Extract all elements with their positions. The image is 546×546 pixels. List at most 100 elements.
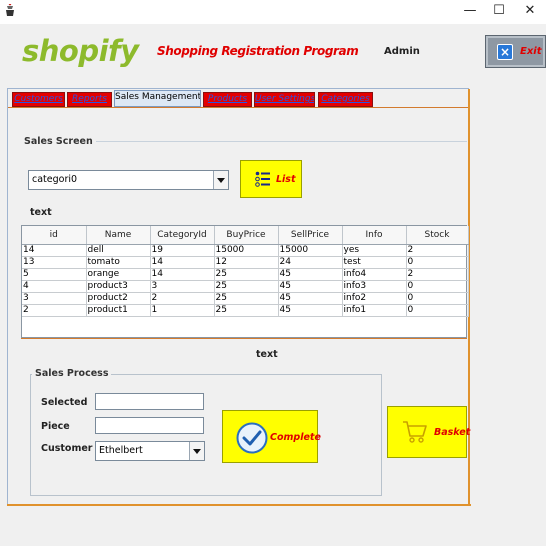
- sales-process-label: Sales Process: [32, 368, 112, 379]
- table-cell: 0: [406, 280, 469, 293]
- chevron-down-icon[interactable]: [213, 171, 228, 189]
- table-cell: 3: [150, 280, 215, 293]
- table-cell: 15000: [214, 244, 279, 257]
- java-app-icon: [4, 4, 16, 17]
- table-cell: 25: [214, 280, 279, 293]
- table-cell: 45: [278, 292, 343, 305]
- app-title: Shopping Registration Program: [157, 44, 359, 58]
- customer-label: Customer: [41, 443, 93, 454]
- tab-sales-management[interactable]: Sales Management: [114, 90, 201, 107]
- close-x-icon: ×: [497, 44, 513, 60]
- column-header[interactable]: CategoryId: [150, 226, 215, 245]
- sales-screen-label: Sales Screen: [21, 136, 96, 147]
- table-cell: 0: [406, 304, 469, 317]
- table-cell: 3: [22, 292, 87, 305]
- exit-button-label: Exit: [520, 46, 542, 57]
- table-cell: 0: [406, 292, 469, 305]
- table-cell: 25: [214, 268, 279, 281]
- table-cell: 13: [22, 256, 87, 269]
- exit-button[interactable]: × Exit: [485, 35, 546, 68]
- table-cell: info3: [342, 280, 407, 293]
- tab-products[interactable]: Products: [203, 92, 252, 107]
- table-cell: 2: [406, 244, 469, 257]
- complete-button[interactable]: Complete: [222, 410, 321, 463]
- table-cell: 0: [406, 256, 469, 269]
- table-cell: 5: [22, 268, 87, 281]
- column-header[interactable]: Info: [342, 226, 407, 245]
- table-row[interactable]: 14 dell 19 15000 15000 yes 2: [22, 244, 469, 257]
- table-cell: 14: [22, 244, 87, 257]
- category-select[interactable]: categori0: [28, 170, 229, 190]
- basket-button[interactable]: Basket: [387, 406, 471, 458]
- list-icon: [255, 171, 270, 187]
- list-button[interactable]: List: [240, 160, 302, 198]
- customer-select[interactable]: Ethelbert: [95, 441, 205, 461]
- table-cell: 45: [278, 280, 343, 293]
- products-table[interactable]: id Name CategoryId BuyPrice SellPrice Info Sto…: [21, 225, 469, 338]
- category-select-value: categori0: [32, 174, 78, 185]
- table-cell: 25: [214, 304, 279, 317]
- table-cell: product2: [86, 292, 151, 305]
- table-cell: product3: [86, 280, 151, 293]
- chevron-down-icon[interactable]: [189, 442, 204, 460]
- tab-customers[interactable]: Customers: [12, 92, 65, 107]
- checkmark-circle-icon: [236, 422, 268, 454]
- table-cell: 1: [150, 304, 215, 317]
- table-cell: 4: [22, 280, 87, 293]
- table-bottom-border: [21, 338, 467, 339]
- table-row[interactable]: 4 product3 3 25 45 info3 0: [22, 280, 469, 293]
- table-cell: 45: [278, 268, 343, 281]
- table-row[interactable]: 13 tomato 14 12 24 test 0: [22, 256, 469, 269]
- table-cell: 14: [150, 256, 215, 269]
- shopify-logo: shopify: [22, 34, 139, 68]
- table-row[interactable]: 2 product1 1 25 45 info1 0: [22, 304, 469, 317]
- column-header[interactable]: id: [22, 226, 87, 245]
- table-cell: 12: [214, 256, 279, 269]
- table-cell: tomato: [86, 256, 151, 269]
- sales-screen-text: text: [30, 207, 52, 218]
- table-cell: 15000: [278, 244, 343, 257]
- basket-button-label: Basket: [434, 427, 471, 438]
- close-window-button[interactable]: ✕: [515, 2, 545, 20]
- table-header-row: id Name CategoryId BuyPrice SellPrice Info Sto…: [22, 226, 469, 245]
- table-row[interactable]: 5 orange 14 25 45 info4 2: [22, 268, 469, 281]
- current-user-label: Admin: [384, 46, 420, 57]
- table-cell: product1: [86, 304, 151, 317]
- tab-categories[interactable]: Categories: [318, 92, 373, 107]
- complete-button-label: Complete: [270, 432, 321, 443]
- table-cell: test: [342, 256, 407, 269]
- piece-field[interactable]: [95, 417, 204, 434]
- table-cell: info2: [342, 292, 407, 305]
- table-cell: 2: [406, 268, 469, 281]
- table-cell: 19: [150, 244, 215, 257]
- column-header[interactable]: SellPrice: [278, 226, 343, 245]
- table-cell: dell: [86, 244, 151, 257]
- piece-label: Piece: [41, 421, 70, 432]
- table-cell: 45: [278, 304, 343, 317]
- column-header[interactable]: Stock: [406, 226, 469, 245]
- table-cell: info4: [342, 268, 407, 281]
- table-cell: 2: [22, 304, 87, 317]
- window-titlebar: — ☐ ✕: [0, 0, 546, 24]
- table-row[interactable]: 3 product2 2 25 45 info2 0: [22, 292, 469, 305]
- table-cell: orange: [86, 268, 151, 281]
- table-cell: 14: [150, 268, 215, 281]
- sales-process-panel: [30, 374, 382, 496]
- column-header[interactable]: Name: [86, 226, 151, 245]
- tab-pane-bottom: [7, 504, 471, 506]
- maximize-button[interactable]: ☐: [484, 2, 514, 20]
- minimize-button[interactable]: —: [455, 2, 485, 20]
- selected-field[interactable]: [95, 393, 204, 410]
- table-cell: 25: [214, 292, 279, 305]
- selected-label: Selected: [41, 397, 88, 408]
- table-cell: 2: [150, 292, 215, 305]
- tab-reports[interactable]: Reports: [67, 92, 112, 107]
- table-cell: yes: [342, 244, 407, 257]
- shopping-cart-icon: [403, 421, 427, 443]
- table-cell: info1: [342, 304, 407, 317]
- table-cell: 24: [278, 256, 343, 269]
- middle-text: text: [256, 349, 278, 360]
- column-header[interactable]: BuyPrice: [214, 226, 279, 245]
- customer-select-value: Ethelbert: [99, 445, 143, 456]
- tab-user-settings[interactable]: User Settings: [254, 92, 315, 107]
